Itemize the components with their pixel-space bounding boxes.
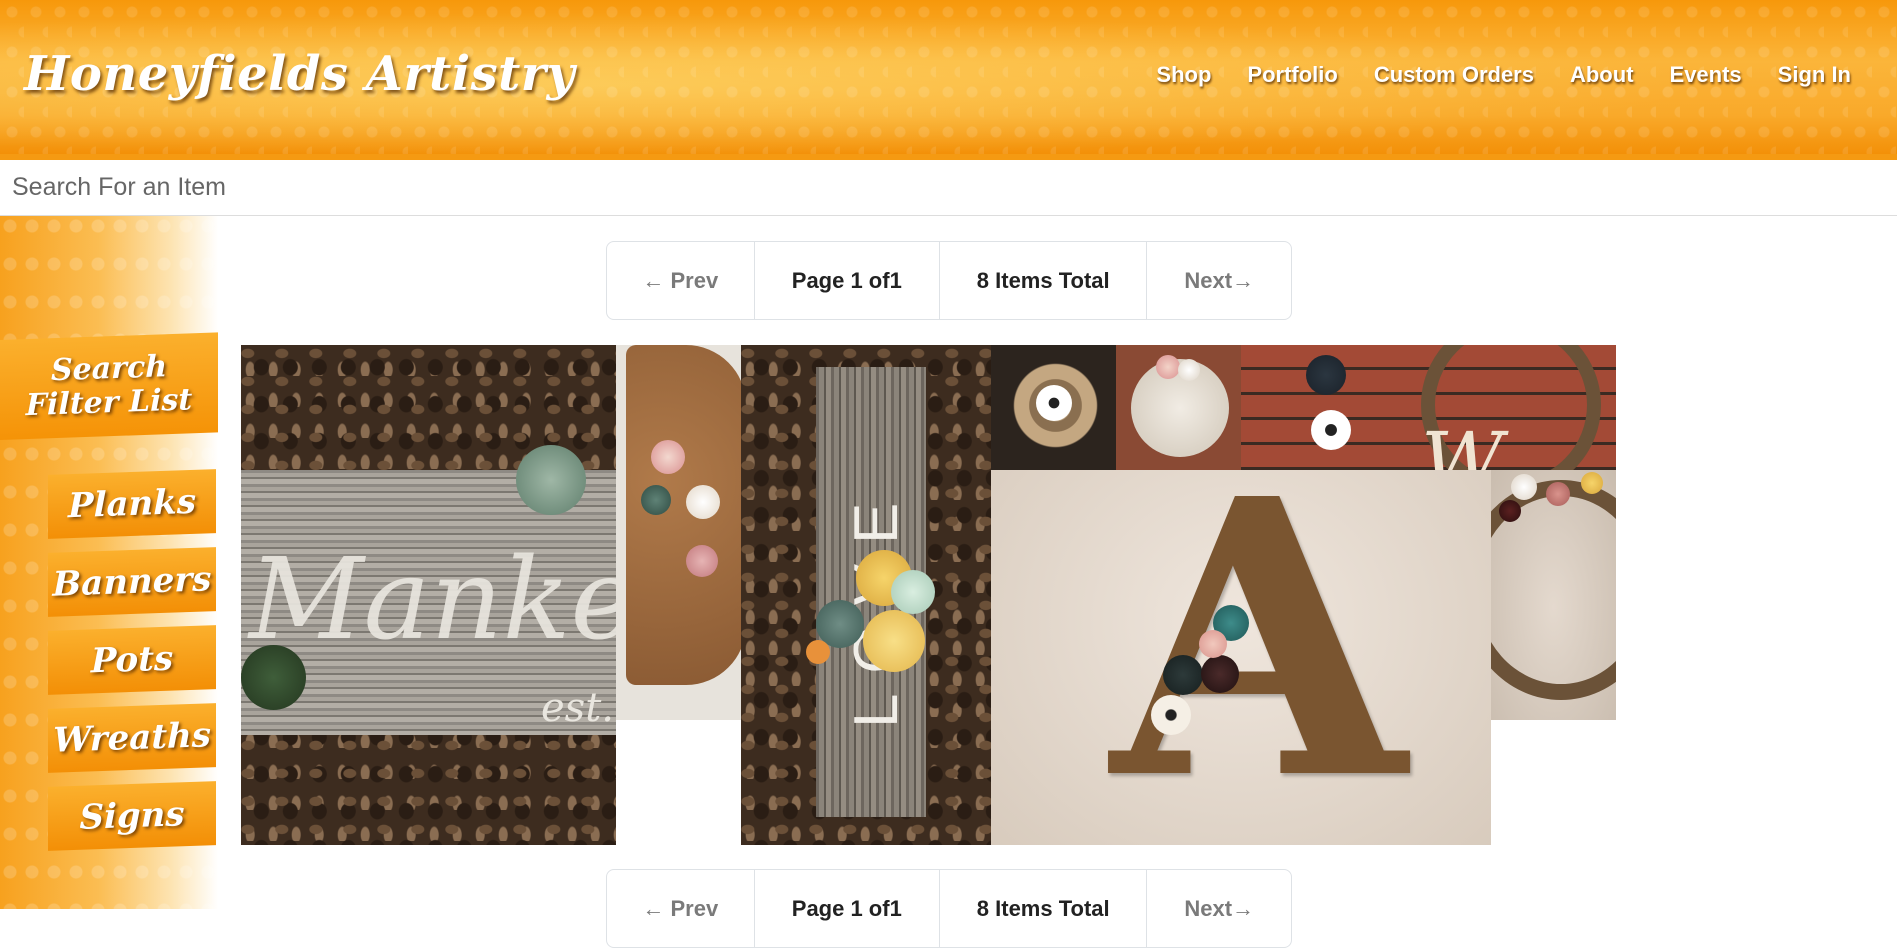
anemone-flower: [1311, 410, 1351, 450]
felt-berry: [806, 640, 830, 664]
felt-flower: [686, 485, 720, 519]
leaf-cluster: [516, 445, 586, 515]
category-pots-button[interactable]: Pots: [48, 625, 216, 695]
anemone-flower: [1151, 695, 1191, 735]
felt-flower: [651, 440, 685, 474]
gallery-item-love-plank[interactable]: LOVE: [741, 345, 991, 845]
felt-flower: [1581, 472, 1603, 494]
felt-flower: [891, 570, 935, 614]
pagination-top: ← Prev Page 1 of1 8 Items Total Next→: [606, 241, 1292, 320]
plank-sub-text: est.: [541, 685, 614, 731]
felt-flower: [1163, 655, 1203, 695]
felt-flower: [1546, 482, 1570, 506]
category-banners-button[interactable]: Banners: [48, 547, 216, 617]
category-wreaths-button[interactable]: Wreaths: [48, 703, 216, 773]
felt-flower: [686, 545, 718, 577]
gallery-item-brick-wreath[interactable]: W: [1241, 345, 1616, 470]
anemone-flower: [1036, 385, 1072, 421]
nav-shop[interactable]: Shop: [1138, 62, 1229, 88]
gallery-item-manke-plank[interactable]: Manke est.: [241, 345, 616, 845]
gallery-item-letter-b[interactable]: [616, 345, 741, 720]
page-indicator: Page 1 of1: [755, 242, 941, 319]
felt-flower: [1156, 355, 1180, 379]
items-total: 8 Items Total: [940, 242, 1148, 319]
main-nav: Shop Portfolio Custom Orders About Event…: [1138, 62, 1869, 88]
prev-page-button[interactable]: ← Prev: [607, 242, 755, 319]
category-signs-button[interactable]: Signs: [48, 781, 216, 851]
felt-flower: [1306, 355, 1346, 395]
site-header: Honeyfields Artistry Shop Portfolio Cust…: [0, 0, 1897, 160]
wooden-initial: W: [1421, 415, 1504, 470]
nav-portfolio[interactable]: Portfolio: [1229, 62, 1355, 88]
felt-flower: [1201, 655, 1239, 693]
search-input[interactable]: [0, 160, 1897, 215]
gallery-item-grapevine-wreath[interactable]: [1491, 470, 1616, 720]
site-logo[interactable]: Honeyfields Artistry: [24, 46, 575, 102]
nav-events[interactable]: Events: [1652, 62, 1760, 88]
felt-flower: [863, 610, 925, 672]
gallery-item-letter-a[interactable]: A: [991, 470, 1491, 845]
nav-custom-orders[interactable]: Custom Orders: [1356, 62, 1552, 88]
filter-list-title: Search Filter List: [0, 332, 218, 440]
felt-flower: [1178, 359, 1200, 381]
nav-about[interactable]: About: [1552, 62, 1652, 88]
wooden-letter: A: [1111, 470, 1406, 845]
product-gallery: Manke est. LOVE W A: [241, 345, 1616, 845]
felt-flower: [1199, 630, 1227, 658]
category-planks-button[interactable]: Planks: [48, 469, 216, 539]
nav-sign-in[interactable]: Sign In: [1760, 62, 1869, 88]
search-bar: [0, 160, 1897, 216]
gallery-item-floral-pot[interactable]: [991, 345, 1116, 470]
leaf-cluster: [241, 645, 306, 710]
next-page-button[interactable]: Next→: [1147, 242, 1291, 319]
felt-flower: [1511, 474, 1537, 500]
gallery-item-round-sign[interactable]: [1116, 345, 1241, 470]
plank-script-text: Manke: [249, 535, 616, 665]
glitter-letter: [626, 345, 741, 685]
felt-flower: [1499, 500, 1521, 522]
felt-flower: [641, 485, 671, 515]
filter-sidebar: Search Filter List Planks Banners Pots W…: [0, 216, 218, 909]
